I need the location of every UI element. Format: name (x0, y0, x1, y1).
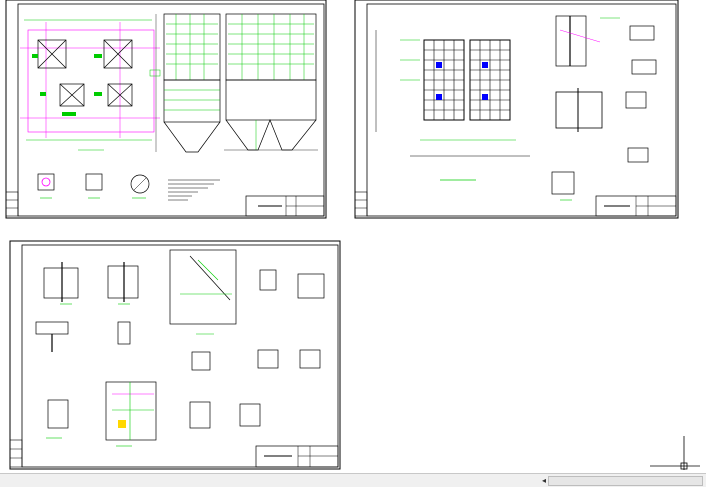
horizontal-scrollbar-track[interactable] (548, 476, 703, 486)
drawing-canvas[interactable] (0, 0, 706, 473)
sheet-details[interactable] (9, 240, 341, 470)
ucs-axis-icon (650, 436, 700, 470)
horizontal-scrollbar-area: ◂ (0, 473, 706, 487)
sheet-plan-and-elevation[interactable] (5, 0, 327, 219)
sheet-section-layout[interactable] (354, 0, 679, 219)
